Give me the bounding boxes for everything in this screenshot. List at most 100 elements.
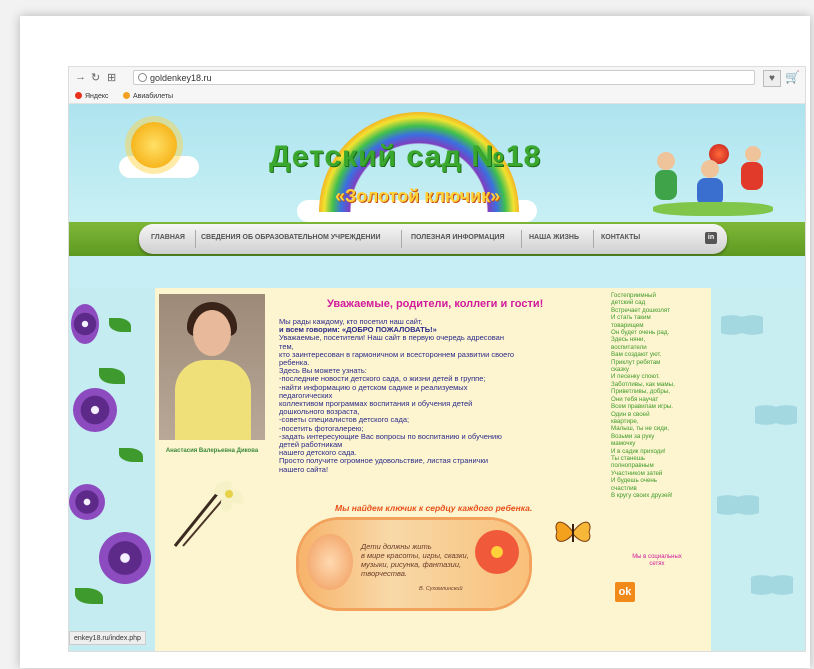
odnoklassniki-icon[interactable]: ok	[615, 582, 635, 602]
poem-line: мамочку	[611, 440, 636, 448]
menu-divider	[195, 230, 196, 248]
apps-icon[interactable]: ⊞	[107, 71, 116, 84]
morning-glory-icon	[99, 532, 151, 584]
site-info-icon[interactable]	[138, 73, 147, 82]
poem-line: Встречает дошколят	[611, 306, 671, 314]
poem-line: Всем правилам игры.	[611, 403, 673, 411]
child-body-icon	[741, 162, 763, 190]
poem-line: воспитатели	[611, 343, 647, 351]
poem-line: Возьми за руку	[611, 432, 655, 440]
bookmark-avia[interactable]: Авиабилеты	[123, 92, 173, 100]
leaf-icon	[109, 318, 131, 332]
grass-image	[653, 202, 773, 216]
heart-icon[interactable]: ♥	[763, 70, 781, 87]
poem-line: детский сад	[611, 299, 646, 307]
url-text: goldenkey18.ru	[150, 73, 212, 83]
quote-line: Дети должны жить	[361, 542, 432, 551]
butterfly-icon	[717, 488, 759, 522]
main-content: Анастасия Валерьевна Дикова Уважаемые, р…	[155, 288, 711, 651]
poem-line: Гостеприимный	[611, 292, 656, 299]
address-bar[interactable]: goldenkey18.ru	[133, 70, 755, 85]
poem-line: И будешь очень	[611, 477, 658, 485]
yandex-icon	[75, 92, 82, 99]
slogan-text: Мы найдем ключик к сердцу каждого ребенк…	[335, 503, 533, 513]
baby-image	[307, 534, 353, 590]
menu-item-about[interactable]: СВЕДЕНИЯ ОБ ОБРАЗОВАТЕЛЬНОМ УЧРЕЖДЕНИИ	[201, 234, 381, 241]
photo-body	[175, 360, 251, 440]
menu-item-home[interactable]: ГЛАВНАЯ	[151, 234, 185, 241]
poem-line: Ты станешь	[611, 454, 646, 462]
quote-banner: Дети должны жить в мире красоты, игры, с…	[299, 520, 529, 608]
menu-divider	[521, 230, 522, 248]
poem-line: Участником затей	[611, 469, 663, 477]
poem-line: Приветливы, добры,	[611, 388, 670, 396]
menu-divider	[593, 230, 594, 248]
butterfly-icon	[751, 568, 793, 602]
photo-face	[193, 310, 231, 356]
text-line: Просто получите огромное удовольствие, л…	[279, 456, 489, 466]
left-decoration	[69, 288, 155, 651]
linkedin-icon[interactable]: in	[705, 232, 717, 244]
poem-line: Заботливы, как мамы,	[611, 380, 675, 388]
children-illustration	[653, 132, 773, 222]
website: Детский сад №18 «Золотой ключик» ГЛАВНАЯ	[69, 104, 805, 651]
cart-icon[interactable]: 🛒	[785, 70, 800, 84]
poem-line: И стать таким	[611, 314, 651, 322]
site-header: Детский сад №18 «Золотой ключик»	[69, 104, 805, 222]
poem-line: Вам создают уют.	[611, 351, 662, 359]
child-head-icon	[745, 146, 761, 162]
site-subtitle: «Золотой ключик»	[335, 186, 501, 206]
poem-line: И в садик приходи!	[611, 447, 666, 455]
social-label: Мы в социальных сетях	[632, 554, 682, 567]
poem-line: квартире,	[611, 417, 639, 425]
menu-item-our-life[interactable]: НАША ЖИЗНЬ	[529, 234, 579, 241]
poem-line: счастлив	[611, 484, 637, 492]
poem-line: Приклут ребятам	[611, 358, 661, 366]
morning-glory-icon	[71, 304, 99, 344]
welcome-text: Мы рады каждому, кто посетил наш сайт, и…	[279, 317, 609, 474]
quote-line: музыки, рисунка, фантазии,	[361, 560, 462, 569]
poem-line: полноправным	[611, 462, 654, 470]
poem-line: сказку	[611, 366, 630, 374]
forward-icon[interactable]: →	[75, 71, 86, 83]
poem-line: В кругу своих друзей!	[611, 491, 673, 499]
vanilla-flower-icon	[173, 480, 244, 547]
right-decoration	[711, 288, 805, 651]
flower-icon	[475, 530, 519, 574]
menu-item-contacts[interactable]: КОНТАКТЫ	[601, 234, 640, 241]
text-line: Уважаемые, посетители! Наш сайт в первую…	[279, 333, 504, 343]
morning-glory-icon	[73, 388, 117, 432]
main-menu: ГЛАВНАЯ СВЕДЕНИЯ ОБ ОБРАЗОВАТЕЛЬНОМ УЧРЕ…	[139, 224, 727, 254]
butterfly-icon	[755, 398, 797, 432]
site-title: Детский сад №18	[269, 140, 542, 173]
orange-butterfly-icon	[555, 521, 591, 542]
screenshot-frame: → ↻ ⊞ goldenkey18.ru ♥ 🛒 Яндекс Авиабиле…	[20, 16, 810, 668]
quote-line: творчества.	[361, 569, 407, 578]
browser-viewport: → ↻ ⊞ goldenkey18.ru ♥ 🛒 Яндекс Авиабиле…	[68, 66, 806, 652]
child-head-icon	[657, 152, 675, 170]
poem-line: Они тебя научат	[611, 395, 659, 403]
photo-caption: Анастасия Валерьевна Дикова	[165, 448, 259, 454]
browser-toolbar: → ↻ ⊞ goldenkey18.ru ♥ 🛒	[69, 67, 805, 90]
menu-divider	[401, 230, 402, 248]
bookmarks-bar: Яндекс Авиабилеты	[69, 89, 805, 104]
child-body-icon	[655, 170, 677, 200]
sun-icon	[131, 122, 177, 168]
leaf-icon	[75, 588, 103, 604]
bookmark-yandex[interactable]: Яндекс	[75, 92, 109, 100]
quote-text: Дети должны жить в мире красоты, игры, с…	[361, 542, 469, 578]
reload-icon[interactable]: ↻	[91, 71, 100, 84]
poem-column: Гостеприимный детский сад Встречает дошк…	[611, 292, 703, 499]
text-line: кто заинтересован в гармоничном и всесто…	[279, 349, 515, 359]
status-bar-url: enkey18.ru/index.php	[69, 631, 146, 645]
poem-line: Здесь няни,	[611, 336, 646, 344]
text-line: нашего сайта!	[279, 464, 329, 474]
quote-author: В. Сухомлинский	[419, 586, 463, 592]
poem-line: Он будет очень рад.	[611, 329, 670, 337]
child-head-icon	[701, 160, 719, 178]
quote-line: в мире красоты, игры, сказки,	[361, 551, 469, 560]
poem-line: Один в своей	[611, 410, 650, 418]
director-photo	[159, 294, 265, 440]
leaf-icon	[119, 448, 143, 462]
menu-item-useful-info[interactable]: ПОЛЕЗНАЯ ИНФОРМАЦИЯ	[411, 234, 505, 241]
